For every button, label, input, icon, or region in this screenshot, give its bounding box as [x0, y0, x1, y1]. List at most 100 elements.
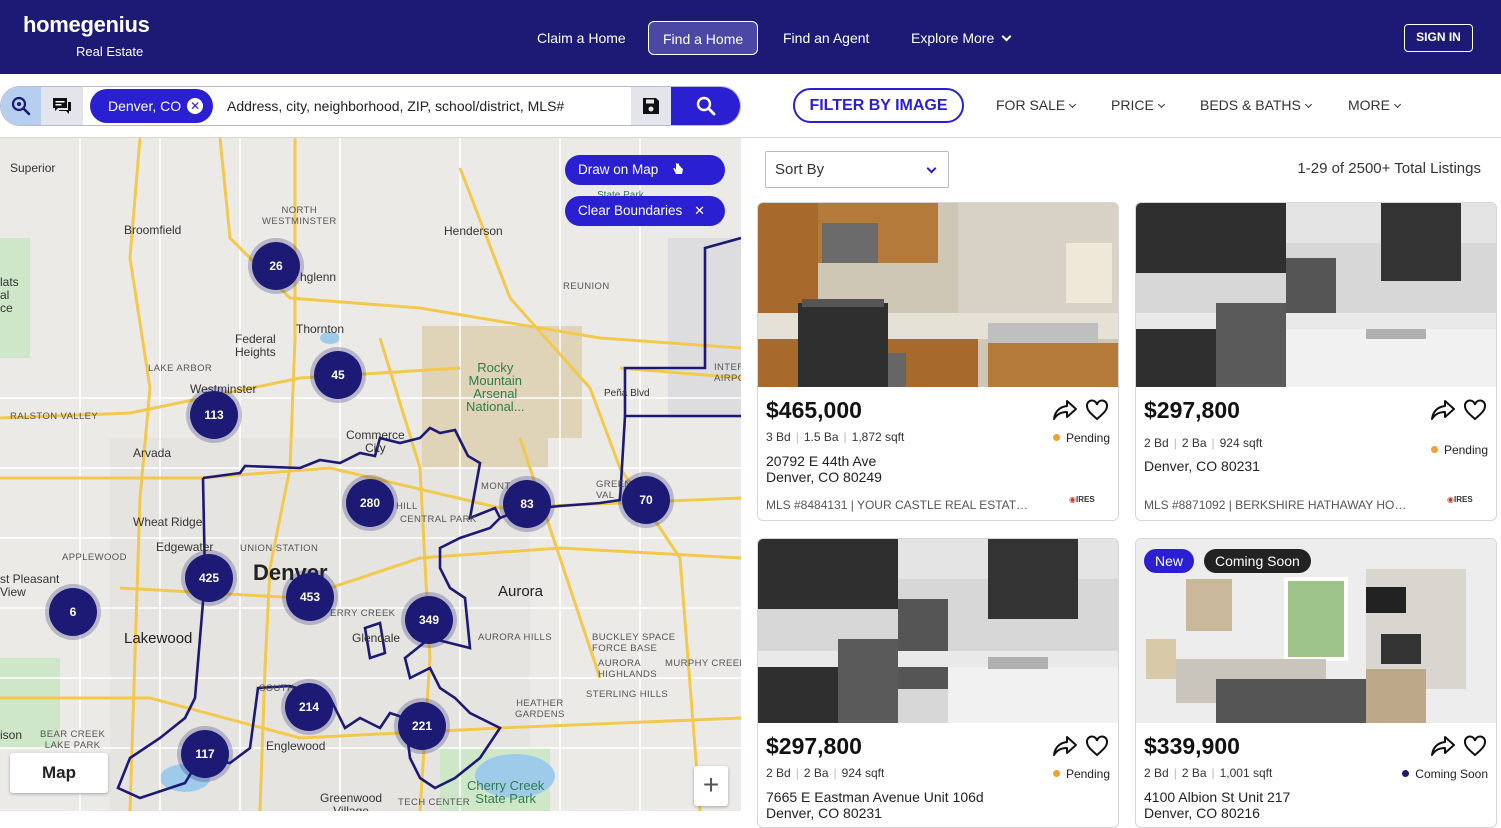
- map-cluster[interactable]: 117: [181, 730, 229, 778]
- map-label-rocky-mountain-arsenal: Rocky Mountain Arsenal National...: [466, 360, 525, 414]
- map-cluster[interactable]: 280: [346, 479, 394, 527]
- map-label-heather-gardens: HEATHER GARDENS: [515, 698, 565, 720]
- map-cluster[interactable]: 45: [314, 351, 362, 399]
- for-sale-dropdown[interactable]: FOR SALE: [996, 97, 1077, 113]
- save-search-button[interactable]: [631, 87, 671, 125]
- map-label-glendale: Glendale: [352, 631, 401, 645]
- map-label-tech-center: TECH CENTER: [398, 797, 470, 808]
- map-label-reunion: REUNION: [563, 281, 610, 292]
- listing-mls: MLS #8484131 | YOUR CASTLE REAL ESTATE I…: [766, 498, 1034, 512]
- listing-beds: 2 Bd: [766, 766, 791, 780]
- map-label-applewood: APPLEWOOD: [62, 552, 127, 563]
- logo[interactable]: homegenius: [23, 12, 150, 38]
- listing-card[interactable]: $297,800 2 Bd | 2 Ba | 924 sqft Pending 7665…: [757, 538, 1119, 828]
- share-icon[interactable]: [1430, 734, 1456, 758]
- new-badge: New: [1144, 549, 1195, 573]
- map-cluster[interactable]: 425: [185, 554, 233, 602]
- filter-by-image-button[interactable]: FILTER BY IMAGE: [793, 88, 964, 123]
- heart-icon[interactable]: [1085, 398, 1109, 422]
- close-icon[interactable]: ✕: [187, 98, 204, 114]
- listing-address-line1[interactable]: 20792 E 44th Ave: [766, 454, 876, 469]
- listing-facts: 3 Bd | 1.5 Ba | 1,872 sqft: [766, 430, 905, 444]
- listing-address-line2[interactable]: Denver, CO 80249: [766, 470, 882, 485]
- heart-icon[interactable]: [1463, 398, 1487, 422]
- more-dropdown[interactable]: MORE: [1348, 97, 1402, 113]
- nav-explore-label: Explore More: [911, 30, 995, 46]
- listing-price: $297,800: [766, 733, 862, 759]
- map-label-lake-arbor: LAKE ARBOR: [148, 363, 213, 374]
- map-label-arvada: Arvada: [133, 446, 172, 460]
- price-dropdown[interactable]: PRICE: [1111, 97, 1165, 113]
- map-label-murphy-creek: MURPHY CREEK: [665, 658, 741, 669]
- listing-photo[interactable]: [1136, 203, 1496, 387]
- map-label-inter-airport: INTER AIRPO: [714, 362, 741, 384]
- top-header: homegenius Real Estate Claim a Home Find…: [0, 0, 1501, 74]
- map-cluster[interactable]: 453: [286, 573, 334, 621]
- listing-card[interactable]: New Coming Soon $339,900 2 Bd | 2 Ba | 1,001…: [1135, 538, 1497, 828]
- map-label-greenwood-village: Greenwood Village: [320, 791, 383, 812]
- listing-address-line2[interactable]: Denver, CO 80231: [766, 806, 882, 821]
- listing-card[interactable]: $465,000 3 Bd | 1.5 Ba | 1,872 sqft Pending …: [757, 202, 1119, 521]
- map-label-aurora-highlands: AURORA HIGHLANDS: [598, 658, 658, 680]
- search-bar: Denver, CO ✕: [0, 86, 741, 126]
- clear-boundaries-button[interactable]: Clear Boundaries ✕: [565, 196, 725, 226]
- listing-photo[interactable]: [758, 539, 1118, 723]
- map-cluster[interactable]: 349: [405, 596, 453, 644]
- status-label: Pending: [1065, 431, 1110, 445]
- sign-in-button[interactable]: SIGN IN: [1404, 24, 1473, 52]
- share-icon[interactable]: [1430, 398, 1456, 422]
- map-search-icon[interactable]: [1, 87, 41, 125]
- listing-address-line2[interactable]: Denver, CO 80216: [1144, 806, 1260, 821]
- listing-beds: 2 Bd: [1144, 436, 1169, 450]
- listing-baths: 1.5 Ba: [803, 430, 839, 444]
- listing-count: 1-29 of 2500+ Total Listings: [1297, 160, 1481, 177]
- map-cluster[interactable]: 113: [190, 391, 238, 439]
- sort-by-select[interactable]: Sort By: [765, 151, 949, 188]
- nav-explore-more[interactable]: Explore More: [911, 21, 1012, 55]
- map-label-englewood: Englewood: [266, 739, 326, 753]
- chevron-down-icon: [1001, 31, 1012, 42]
- ires-logo-text: IRES: [1453, 495, 1473, 504]
- listing-facts: 2 Bd | 2 Ba | 924 sqft: [1144, 436, 1263, 450]
- listing-card[interactable]: $297,800 2 Bd | 2 Ba | 924 sqft Pending Denv…: [1135, 202, 1497, 521]
- zoom-in-button[interactable]: +: [694, 766, 728, 806]
- heart-icon[interactable]: [1463, 734, 1487, 758]
- map-label-bear-creek: BEAR CREEK LAKE PARK: [40, 729, 106, 751]
- map-cluster[interactable]: 6: [49, 588, 97, 636]
- listing-address-line1[interactable]: 4100 Albion St Unit 217: [1144, 790, 1290, 805]
- share-icon[interactable]: [1052, 734, 1078, 758]
- location-chip[interactable]: Denver, CO ✕: [90, 89, 214, 123]
- coming-soon-badge: Coming Soon: [1204, 549, 1311, 573]
- share-icon[interactable]: [1052, 398, 1078, 422]
- nav-find-home[interactable]: Find a Home: [648, 21, 759, 55]
- map-cluster[interactable]: 70: [622, 476, 670, 524]
- map-type-button[interactable]: Map: [10, 753, 108, 793]
- map-label-sterling-hills: STERLING HILLS: [586, 689, 669, 700]
- chat-search-icon[interactable]: [41, 87, 83, 125]
- listing-address-line1[interactable]: 7665 E Eastman Avenue Unit 106d: [766, 790, 984, 805]
- status-dot: [1052, 434, 1060, 441]
- map-panel[interactable]: Superior NORTH WESTMINSTER Broomfield He…: [0, 138, 741, 811]
- status-dot: [1430, 446, 1438, 453]
- map-cluster[interactable]: 26: [252, 242, 300, 290]
- search-button[interactable]: [671, 87, 740, 125]
- map-label-commerce-city: Commerce City: [346, 428, 405, 455]
- listing-address-line1[interactable]: Denver, CO 80231: [1144, 459, 1260, 474]
- nav-find-agent[interactable]: Find an Agent: [783, 21, 869, 55]
- map-label-union-station: UNION STATION: [240, 543, 319, 554]
- listing-baths: 2 Ba: [803, 766, 829, 780]
- listing-baths: 2 Ba: [1181, 766, 1207, 780]
- nav-claim-home[interactable]: Claim a Home: [537, 21, 626, 55]
- listing-photo[interactable]: [758, 203, 1118, 387]
- map-label-wheat-ridge: Wheat Ridge: [133, 515, 203, 529]
- map-cluster[interactable]: 83: [503, 480, 551, 528]
- heart-icon[interactable]: [1085, 734, 1109, 758]
- map-cluster[interactable]: 214: [285, 683, 333, 731]
- search-input[interactable]: [227, 87, 629, 125]
- close-icon[interactable]: ✕: [694, 203, 705, 218]
- beds-baths-dropdown[interactable]: BEDS & BATHS: [1200, 97, 1312, 113]
- chevron-down-icon: [1069, 100, 1077, 109]
- listing-price: $297,800: [1144, 397, 1240, 423]
- draw-on-map-button[interactable]: Draw on Map: [565, 155, 725, 185]
- map-cluster[interactable]: 221: [398, 702, 446, 750]
